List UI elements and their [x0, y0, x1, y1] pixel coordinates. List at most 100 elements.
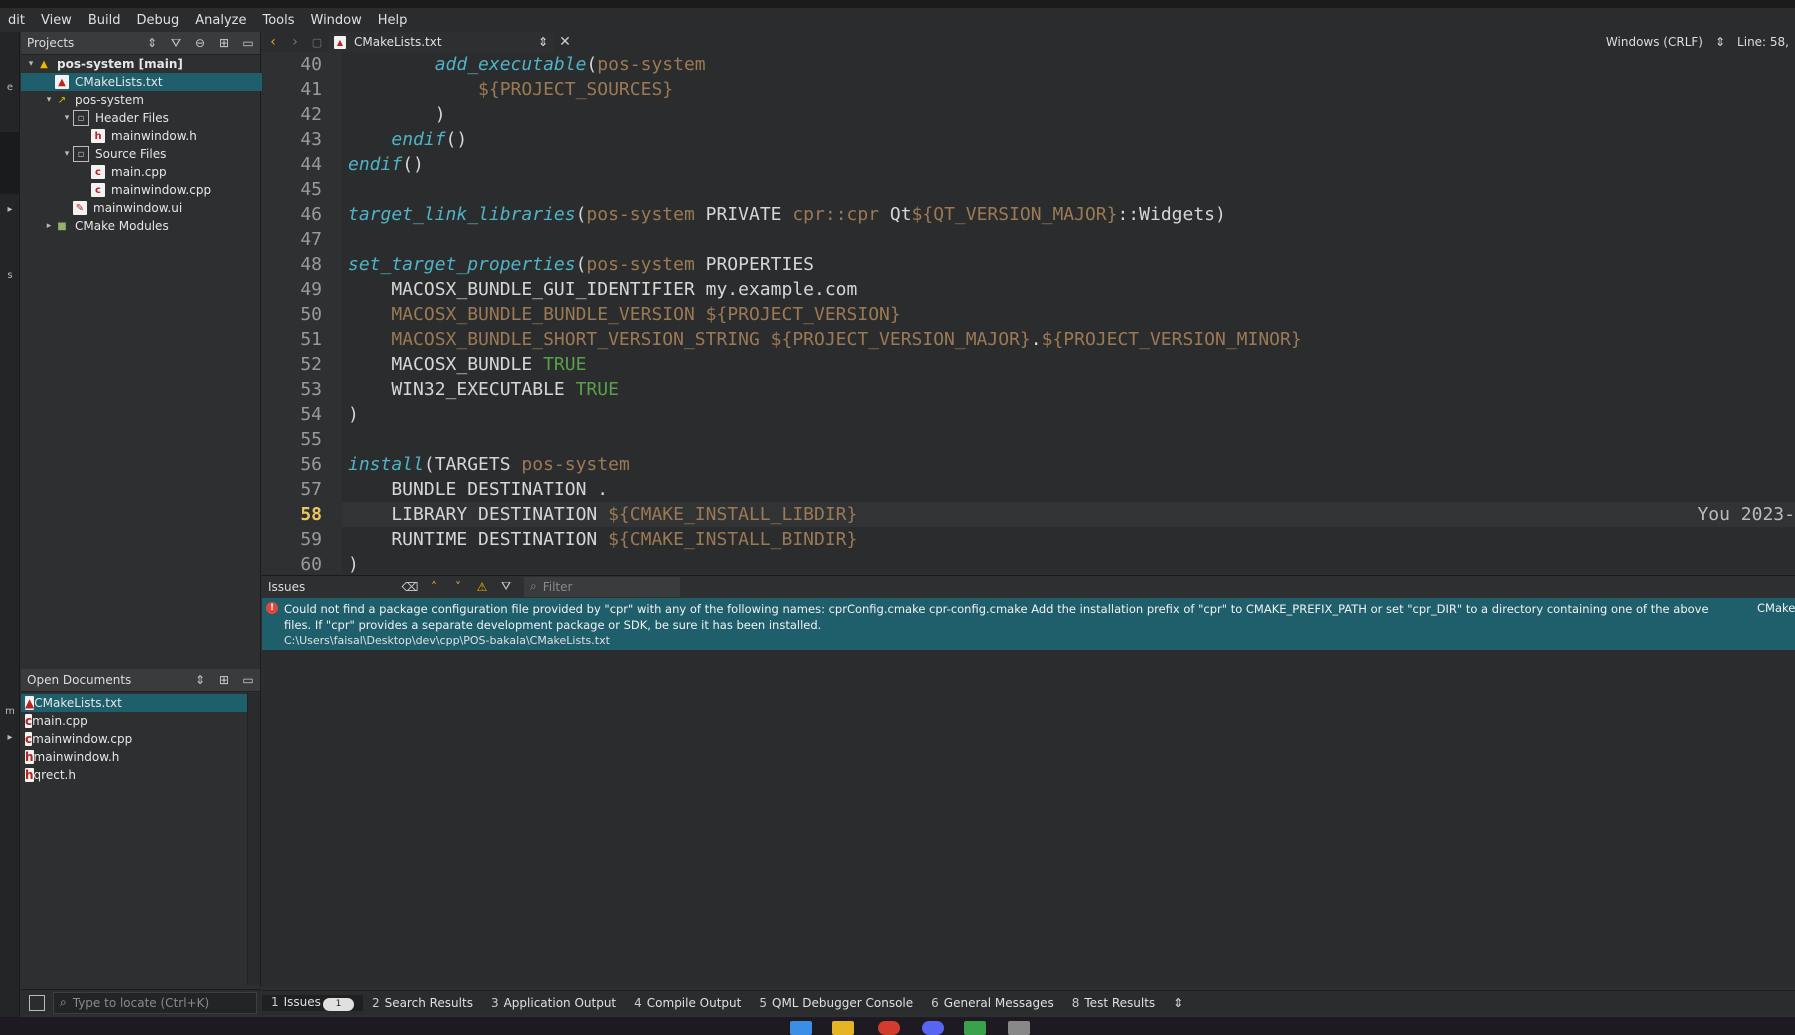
menu-item[interactable]: Help — [370, 13, 416, 28]
output-tab-search-results[interactable]: 2 Search Results — [363, 996, 482, 1010]
code-line[interactable] — [342, 227, 1795, 252]
menu-item[interactable]: Tools — [254, 13, 302, 28]
menu-item[interactable]: Analyze — [187, 13, 254, 28]
file-icon: ▲ — [25, 696, 35, 710]
open-documents-scrollbar[interactable] — [247, 693, 260, 985]
back-arrow-icon[interactable]: ‹ — [262, 34, 284, 50]
locator-input[interactable]: ⌕ Type to locate (Ctrl+K) — [53, 991, 257, 1014]
tree-item[interactable]: ▲ CMakeLists.txt — [21, 73, 283, 91]
split-pane-icon[interactable]: ⊞ — [212, 36, 236, 50]
mode-label-fragment[interactable]: s — [0, 270, 20, 281]
code-line[interactable]: ) — [342, 552, 1795, 574]
sort-updown-icon[interactable]: ⇕ — [140, 36, 164, 50]
chevron-down-icon[interactable]: ˅ — [446, 580, 470, 594]
expand-arrow-icon[interactable]: ▾ — [61, 149, 73, 159]
code-line[interactable]: MACOSX_BUNDLE TRUE — [342, 352, 1795, 377]
forward-arrow-icon[interactable]: › — [284, 34, 306, 50]
tree-item[interactable]: ✎ mainwindow.ui — [21, 199, 301, 217]
code-line[interactable]: endif() — [342, 152, 1795, 177]
tree-item[interactable]: ▾ ▲ pos-system [main] — [21, 55, 265, 73]
code-line[interactable]: ) — [342, 102, 1795, 127]
projects-pane-title[interactable]: Projects — [21, 36, 140, 50]
code-token: ) — [348, 554, 359, 574]
code-line[interactable]: add_executable(pos-system — [342, 52, 1795, 77]
chevron-updown-icon[interactable]: ⇕ — [1709, 35, 1731, 49]
output-tab-compile-output[interactable]: 4 Compile Output — [625, 996, 750, 1010]
output-tab-test-results[interactable]: 8 Test Results — [1063, 996, 1164, 1010]
menu-item[interactable]: dit — [0, 13, 33, 28]
close-pane-icon[interactable]: ▭ — [236, 673, 260, 687]
issue-row[interactable]: ! Could not find a package configuration… — [262, 598, 1795, 650]
code-line[interactable]: ) — [342, 402, 1795, 427]
code-token: TRUE — [575, 379, 619, 400]
code-line[interactable]: MACOSX_BUNDLE_BUNDLE_VERSION ${PROJECT_V… — [342, 302, 1795, 327]
output-tab-qml-debugger-console[interactable]: 5 QML Debugger Console — [750, 996, 922, 1010]
code-line[interactable] — [342, 427, 1795, 452]
code-line[interactable] — [342, 177, 1795, 202]
cursor-position[interactable]: Line: 58, — [1731, 35, 1795, 49]
code-line[interactable]: target_link_libraries(pos-system PRIVATE… — [342, 202, 1795, 227]
menu-item[interactable]: Window — [303, 13, 370, 28]
mode-selector-active[interactable] — [0, 132, 20, 194]
warning-filter-icon[interactable]: ⚠ — [470, 580, 494, 594]
chevron-up-icon[interactable]: ˄ — [422, 580, 446, 594]
code-line[interactable]: RUNTIME DESTINATION ${CMAKE_INSTALL_BIND… — [342, 527, 1795, 552]
expand-rail-arrow-icon[interactable]: ▸ — [0, 732, 20, 743]
filter-icon[interactable]: ⛛ — [494, 579, 518, 594]
menu-item[interactable]: Build — [80, 13, 129, 28]
chat-app-icon[interactable] — [922, 1021, 944, 1035]
chevron-updown-icon: ⇕ — [537, 35, 548, 49]
tree-item[interactable]: ▾ ▫ Source Files — [21, 145, 301, 163]
tree-item[interactable]: ▸ ■ CMake Modules — [21, 217, 283, 235]
split-pane-icon[interactable]: ⊞ — [212, 673, 236, 687]
code-line[interactable]: BUNDLE DESTINATION . — [342, 477, 1795, 502]
terminal-icon[interactable] — [1008, 1021, 1030, 1035]
menu-item[interactable]: Debug — [128, 13, 187, 28]
qt-creator-taskbar-icon[interactable] — [964, 1021, 986, 1035]
toggle-sidebar-icon[interactable] — [29, 994, 45, 1011]
open-document-item[interactable]: ▲ CMakeLists.txt — [21, 694, 251, 712]
open-document-item[interactable]: c main.cpp — [21, 712, 251, 730]
mode-label-fragment[interactable]: m — [0, 706, 20, 717]
menu-item[interactable]: View — [33, 13, 80, 28]
more-tabs-icon[interactable]: ⇕ — [1164, 996, 1192, 1010]
open-document-item[interactable]: h qrect.h — [21, 766, 251, 784]
code-line[interactable]: WIN32_EXECUTABLE TRUE — [342, 377, 1795, 402]
code-line[interactable]: install(TARGETS pos-system — [342, 452, 1795, 477]
expand-rail-arrow-icon[interactable]: ▸ — [0, 204, 20, 215]
close-document-icon[interactable]: ✕ — [554, 34, 576, 50]
sort-updown-icon[interactable]: ⇕ — [188, 673, 212, 687]
start-icon[interactable] — [790, 1021, 812, 1035]
code-line[interactable]: set_target_properties(pos-system PROPERT… — [342, 252, 1795, 277]
expand-arrow-icon[interactable]: ▾ — [61, 113, 73, 123]
filter-icon[interactable]: ⛛ — [164, 36, 188, 51]
expand-arrow-icon[interactable]: ▾ — [43, 95, 55, 105]
clean-icon[interactable]: ⌫ — [398, 580, 422, 594]
issue-file-path[interactable]: C:\Users\faisal\Desktop\dev\cpp\POS-baka… — [284, 634, 610, 647]
expand-arrow-icon[interactable]: ▸ — [43, 221, 55, 231]
code-line[interactable]: MACOSX_BUNDLE_GUI_IDENTIFIER my.example.… — [342, 277, 1795, 302]
link-editor-icon[interactable]: ⊖ — [188, 36, 212, 50]
document-selector[interactable]: ▲ CMakeLists.txt ⇕ — [328, 32, 554, 52]
line-number-gutter: 40 41 42 43 44 45 46 47 48 49 50 51 52 53 54 55 56 57 58 59… — [262, 52, 342, 575]
expand-arrow-icon[interactable]: ▾ — [25, 59, 37, 69]
browser-icon[interactable] — [878, 1021, 900, 1035]
code-line[interactable]: endif() — [342, 127, 1795, 152]
open-document-item[interactable]: c mainwindow.cpp — [21, 730, 251, 748]
open-documents-title[interactable]: Open Documents — [21, 673, 188, 687]
tree-item[interactable]: ▾ ↗ pos-system — [21, 91, 283, 109]
code-line[interactable]: ${PROJECT_SOURCES} — [342, 77, 1795, 102]
close-pane-icon[interactable]: ▭ — [236, 36, 260, 50]
line-ending-selector[interactable]: Windows (CRLF) — [1600, 35, 1709, 49]
open-document-item[interactable]: h mainwindow.h — [21, 748, 251, 766]
file-explorer-icon[interactable] — [832, 1021, 854, 1035]
issues-filter-input[interactable]: ⌕ Filter — [524, 576, 680, 597]
output-tab-general-messages[interactable]: 6 General Messages — [922, 996, 1063, 1010]
output-tab-issues[interactable]: 1 Issues 1 — [262, 995, 363, 1011]
code-line[interactable]: MACOSX_BUNDLE_SHORT_VERSION_STRING ${PRO… — [342, 327, 1795, 352]
code-editor[interactable]: add_executable(pos-system ${PROJECT_SOUR… — [342, 52, 1795, 574]
code-line[interactable]: LIBRARY DESTINATION ${CMAKE_INSTALL_LIBD… — [342, 502, 1795, 527]
mode-label-fragment[interactable]: e — [0, 82, 20, 93]
output-tab-application-output[interactable]: 3 Application Output — [482, 996, 625, 1010]
tree-item[interactable]: ▾ ▫ Header Files — [21, 109, 301, 127]
